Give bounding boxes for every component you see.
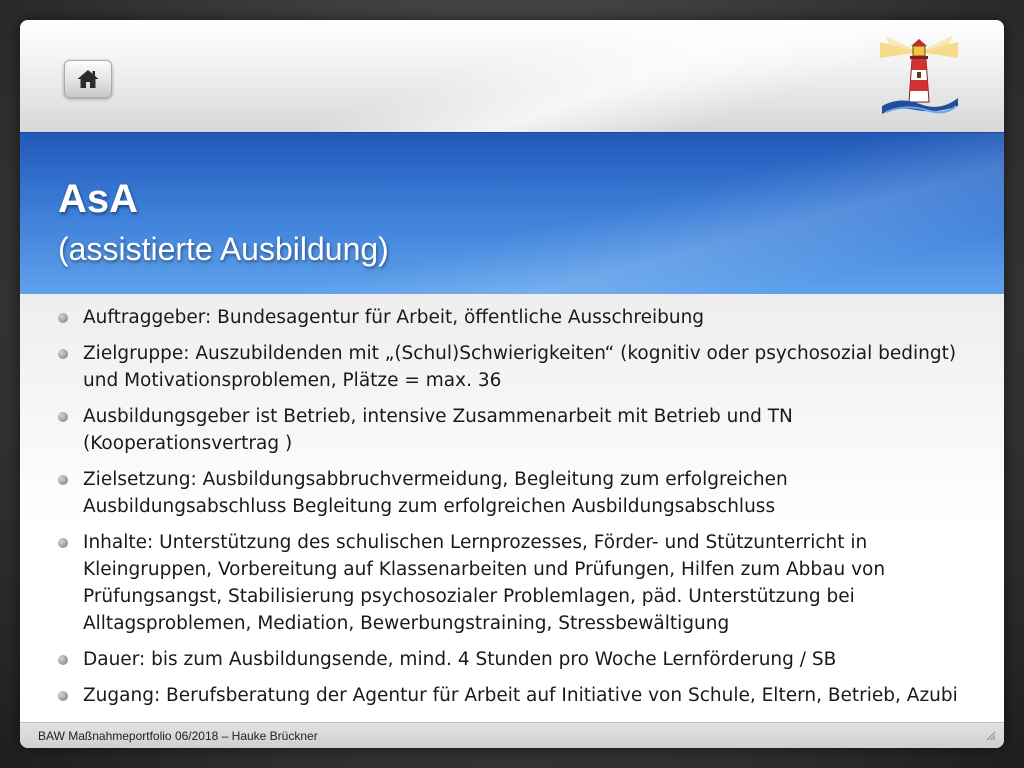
lighthouse-logo-icon — [880, 36, 958, 114]
bullet-item-dauer: Dauer: bis zum Ausbildungsende, mind. 4 … — [56, 646, 976, 673]
slide: AsA (assistierte Ausbildung) Auftraggebe… — [20, 20, 1004, 748]
bullet-item-zielgruppe: Zielgruppe: Auszubildenden mit „(Schul)S… — [56, 340, 976, 394]
home-icon — [77, 70, 99, 88]
resize-grip-icon — [986, 731, 996, 741]
slide-subtitle: (assistierte Ausbildung) — [58, 231, 389, 267]
bullet-item-zielsetzung: Zielsetzung: Ausbildungsabbruchvermeidun… — [56, 466, 976, 520]
slide-title: AsA — [58, 177, 139, 221]
home-button[interactable] — [64, 60, 112, 98]
title-band: AsA (assistierte Ausbildung) — [20, 132, 1004, 295]
bullet-item-inhalte: Inhalte: Unterstützung des schulischen L… — [56, 529, 976, 637]
bullet-item-ausbildungsgeber: Ausbildungsgeber ist Betrieb, intensive … — [56, 403, 976, 457]
slide-footer: BAW Maßnahmeportfolio 06/2018 – Hauke Br… — [20, 722, 1004, 748]
bullet-item-auftraggeber: Auftraggeber: Bundesagentur für Arbeit, … — [56, 304, 976, 331]
footer-text: BAW Maßnahmeportfolio 06/2018 – Hauke Br… — [38, 729, 318, 743]
bullet-item-zugang: Zugang: Berufsberatung der Agentur für A… — [56, 682, 976, 709]
bullet-list: Auftraggeber: Bundesagentur für Arbeit, … — [56, 304, 976, 718]
content-area: Auftraggeber: Bundesagentur für Arbeit, … — [20, 294, 1004, 722]
slide-header — [20, 20, 1004, 132]
